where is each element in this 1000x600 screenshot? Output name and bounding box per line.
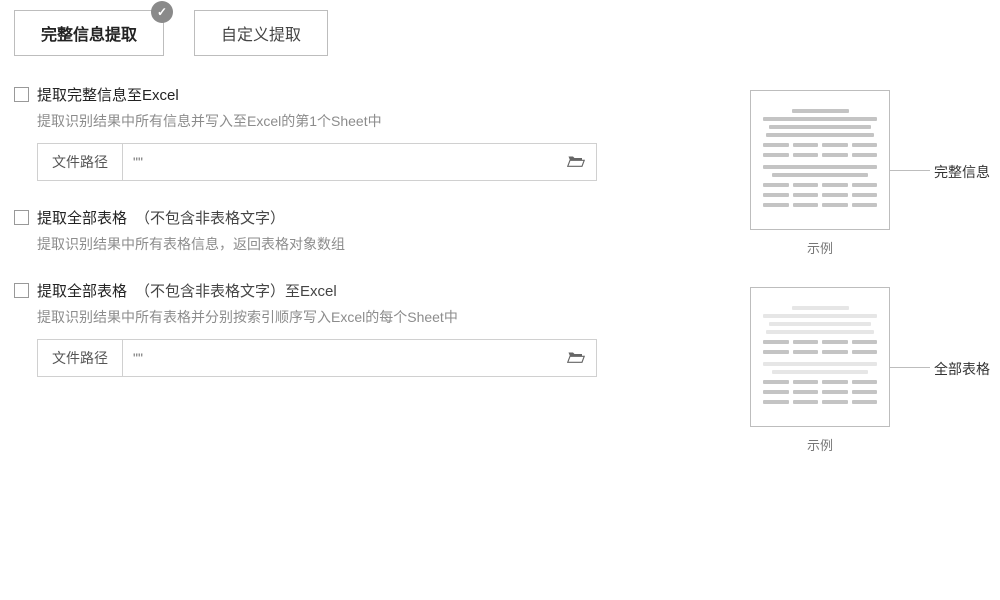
- document-preview-icon: [750, 287, 890, 427]
- option-title-hint: （不包含非表格文字）: [135, 207, 285, 228]
- tabs: 完整信息提取 ✓ 自定义提取: [14, 10, 986, 56]
- document-preview-icon: [750, 90, 890, 230]
- checkbox-extract-tables[interactable]: [14, 210, 29, 225]
- option-title: 提取全部表格: [37, 207, 127, 228]
- file-path-row: 文件路径: [37, 143, 597, 181]
- tab-custom-extract[interactable]: 自定义提取: [194, 10, 328, 56]
- check-icon: ✓: [151, 1, 173, 23]
- option-extract-tables: 提取全部表格 （不包含非表格文字） 提取识别结果中所有表格信息，返回表格对象数组: [14, 207, 654, 254]
- checkbox-extract-full-excel[interactable]: [14, 87, 29, 102]
- file-path-input[interactable]: [123, 144, 556, 180]
- option-extract-tables-excel: 提取全部表格 （不包含非表格文字）至Excel 提取识别结果中所有表格并分别按索…: [14, 280, 654, 377]
- example-full-info: 完整信息 示例: [674, 90, 966, 257]
- option-description: 提取识别结果中所有信息并写入至Excel的第1个Sheet中: [37, 111, 654, 131]
- option-description: 提取识别结果中所有表格信息，返回表格对象数组: [37, 234, 654, 254]
- option-extract-full-excel: 提取完整信息至Excel 提取识别结果中所有信息并写入至Excel的第1个She…: [14, 84, 654, 181]
- checkbox-extract-tables-excel[interactable]: [14, 283, 29, 298]
- example-caption: 示例: [674, 238, 966, 257]
- example-tables: 全部表格 示例: [674, 287, 966, 454]
- file-path-label: 文件路径: [38, 340, 123, 376]
- callout-tables: 全部表格: [934, 359, 990, 379]
- file-path-label: 文件路径: [38, 144, 123, 180]
- option-title-hint: （不包含非表格文字）至Excel: [135, 280, 337, 301]
- file-path-row: 文件路径: [37, 339, 597, 377]
- option-title: 提取完整信息至Excel: [37, 84, 179, 105]
- folder-open-icon: [567, 154, 585, 171]
- browse-folder-button[interactable]: [556, 144, 596, 180]
- callout-full-info: 完整信息: [934, 162, 990, 182]
- tab-full-extract[interactable]: 完整信息提取 ✓: [14, 10, 164, 56]
- tab-custom-label: 自定义提取: [221, 27, 301, 44]
- tab-full-label: 完整信息提取: [41, 27, 137, 44]
- option-title: 提取全部表格: [37, 280, 127, 301]
- browse-folder-button[interactable]: [556, 340, 596, 376]
- example-caption: 示例: [674, 435, 966, 454]
- file-path-input[interactable]: [123, 340, 556, 376]
- folder-open-icon: [567, 350, 585, 367]
- option-description: 提取识别结果中所有表格并分别按索引顺序写入Excel的每个Sheet中: [37, 307, 654, 327]
